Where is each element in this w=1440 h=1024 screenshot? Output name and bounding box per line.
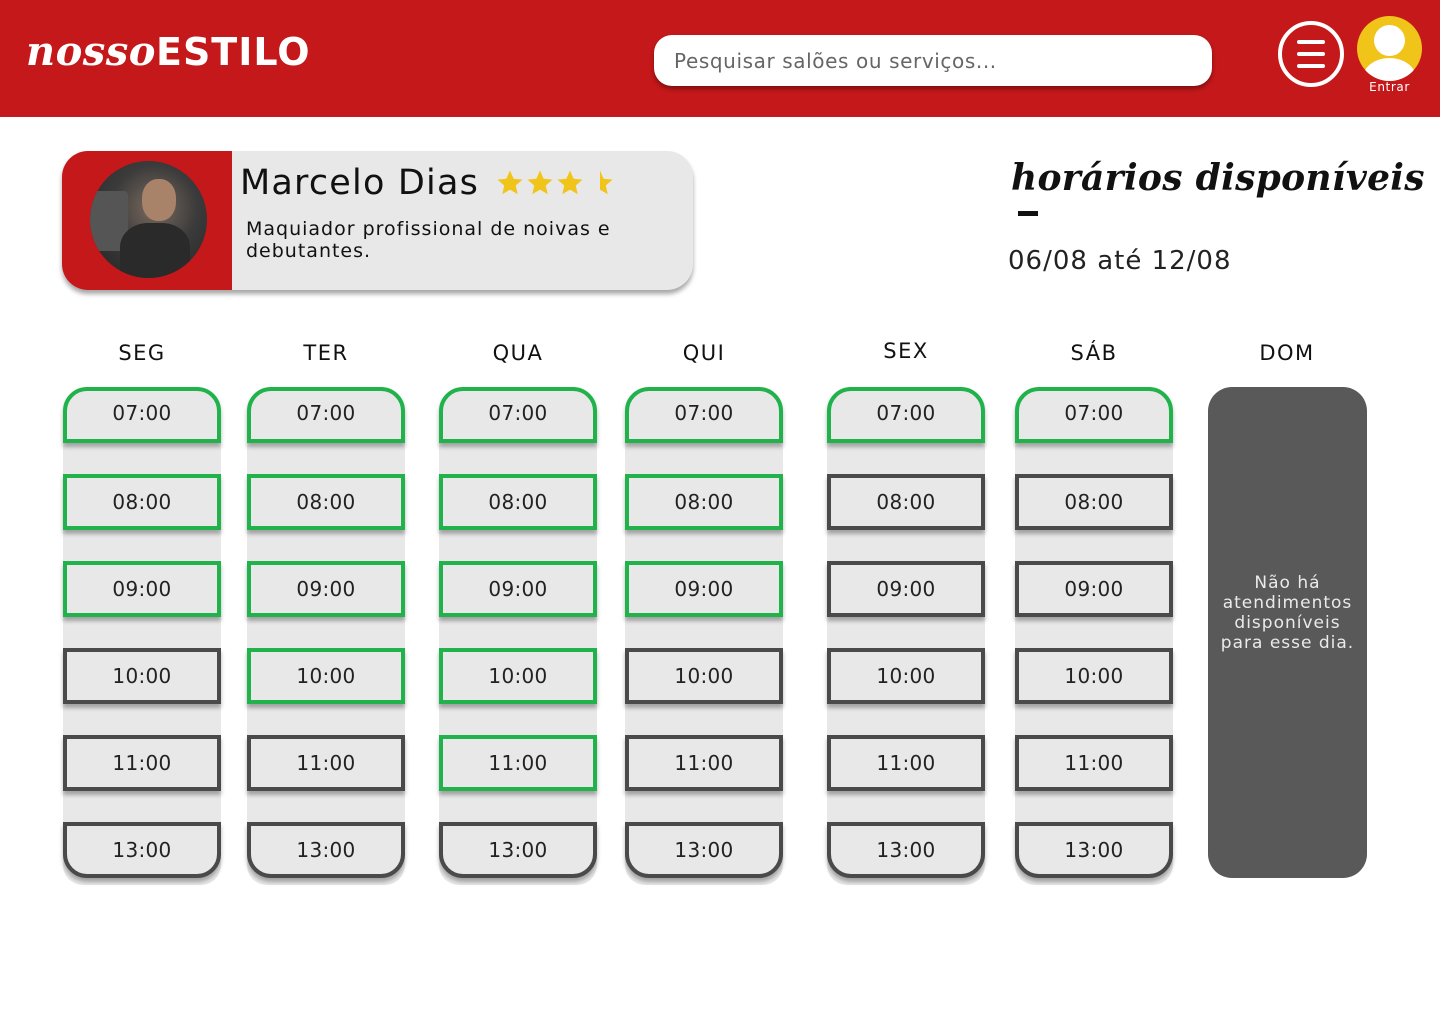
time-slot-unavailable: 10:00 bbox=[63, 648, 221, 704]
menu-button[interactable] bbox=[1278, 21, 1344, 87]
time-slot-unavailable: 10:00 bbox=[625, 648, 783, 704]
time-slot-available[interactable]: 07:00 bbox=[827, 387, 985, 443]
star-icon bbox=[497, 170, 523, 195]
closed-day-panel: Não há atendimentos disponíveis para ess… bbox=[1208, 387, 1367, 878]
time-slot-available[interactable]: 09:00 bbox=[63, 561, 221, 617]
day-label: SEG bbox=[118, 341, 166, 365]
day-column bbox=[63, 395, 221, 885]
day-label: TER bbox=[303, 341, 349, 365]
day-label: QUA bbox=[492, 341, 544, 365]
time-slot-unavailable: 09:00 bbox=[1015, 561, 1173, 617]
time-slot-available[interactable]: 08:00 bbox=[63, 474, 221, 530]
time-slot-available[interactable]: 09:00 bbox=[625, 561, 783, 617]
rating-stars bbox=[495, 168, 615, 203]
time-slot-available[interactable]: 07:00 bbox=[625, 387, 783, 443]
time-slot-available[interactable]: 09:00 bbox=[247, 561, 405, 617]
time-slot-unavailable: 11:00 bbox=[63, 735, 221, 791]
time-slot-unavailable: 10:00 bbox=[827, 648, 985, 704]
brand-logo[interactable]: nossoESTILO bbox=[26, 32, 311, 72]
day-label: DOM bbox=[1259, 341, 1315, 365]
no-appointments-message: Não há atendimentos disponíveis para ess… bbox=[1220, 572, 1355, 653]
professional-description: Maquiador profissional de noivas e debut… bbox=[246, 218, 611, 262]
time-slot-available[interactable]: 08:00 bbox=[439, 474, 597, 530]
search-input[interactable] bbox=[654, 35, 1212, 86]
date-range: 06/08 até 12/08 bbox=[1008, 246, 1232, 276]
login-button[interactable] bbox=[1357, 16, 1422, 81]
time-slot-unavailable: 11:00 bbox=[827, 735, 985, 791]
time-slot-unavailable: 13:00 bbox=[827, 822, 985, 878]
day-column bbox=[827, 395, 985, 885]
time-slot-available[interactable]: 08:00 bbox=[247, 474, 405, 530]
time-slot-available[interactable]: 07:00 bbox=[439, 387, 597, 443]
logo-text-nosso: nosso bbox=[26, 28, 156, 75]
professional-photo bbox=[90, 161, 207, 278]
day-label: SEX bbox=[883, 339, 929, 363]
time-slot-unavailable: 10:00 bbox=[1015, 648, 1173, 704]
time-slot-available[interactable]: 07:00 bbox=[63, 387, 221, 443]
star-icon bbox=[527, 170, 553, 195]
day-label: SÁB bbox=[1070, 341, 1118, 365]
time-slot-unavailable: 09:00 bbox=[827, 561, 985, 617]
title-underline bbox=[1018, 211, 1038, 216]
time-slot-unavailable: 13:00 bbox=[1015, 822, 1173, 878]
star-icon bbox=[557, 170, 583, 195]
time-slot-available[interactable]: 10:00 bbox=[439, 648, 597, 704]
time-slot-unavailable: 08:00 bbox=[827, 474, 985, 530]
login-label[interactable]: Entrar bbox=[1357, 80, 1422, 94]
day-label: QUI bbox=[682, 341, 726, 365]
time-slot-available[interactable]: 09:00 bbox=[439, 561, 597, 617]
professional-name: Marcelo Dias bbox=[240, 163, 480, 203]
day-column bbox=[247, 395, 405, 885]
day-column bbox=[625, 395, 783, 885]
star-half-icon bbox=[600, 170, 613, 195]
time-slot-unavailable: 13:00 bbox=[63, 822, 221, 878]
time-slot-unavailable: 13:00 bbox=[439, 822, 597, 878]
time-slot-unavailable: 08:00 bbox=[1015, 474, 1173, 530]
time-slot-available[interactable]: 07:00 bbox=[247, 387, 405, 443]
time-slot-available[interactable]: 10:00 bbox=[247, 648, 405, 704]
time-slot-available[interactable]: 08:00 bbox=[625, 474, 783, 530]
time-slot-unavailable: 11:00 bbox=[625, 735, 783, 791]
time-slot-unavailable: 13:00 bbox=[247, 822, 405, 878]
time-slot-unavailable: 11:00 bbox=[247, 735, 405, 791]
day-column bbox=[439, 395, 597, 885]
time-slot-unavailable: 13:00 bbox=[625, 822, 783, 878]
time-slot-available[interactable]: 07:00 bbox=[1015, 387, 1173, 443]
time-slot-available[interactable]: 11:00 bbox=[439, 735, 597, 791]
schedule-title: horários disponíveis bbox=[1011, 157, 1425, 199]
logo-text-estilo: ESTILO bbox=[155, 30, 311, 74]
time-slot-unavailable: 11:00 bbox=[1015, 735, 1173, 791]
top-header: nossoESTILO Entrar bbox=[0, 0, 1440, 117]
day-column bbox=[1015, 395, 1173, 885]
